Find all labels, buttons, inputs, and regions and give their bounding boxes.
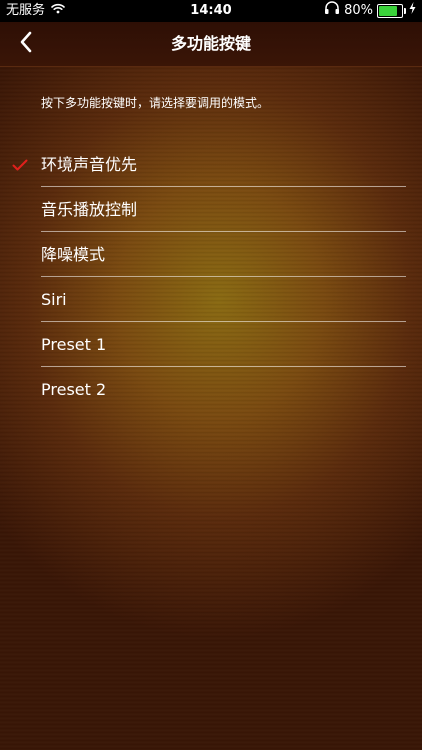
option-label: Siri [41, 290, 67, 309]
option-ambient-sound[interactable]: 环境声音优先 [0, 142, 422, 187]
instruction-text: 按下多功能按键时，请选择要调用的模式。 [41, 96, 270, 110]
option-label: 音乐播放控制 [41, 200, 138, 219]
headphones-icon [324, 0, 340, 22]
status-right: 80% [324, 0, 416, 22]
screen: 无服务 14:40 80% 多功能按键 按下多功能按键时，请选择要调用的模式。 … [0, 0, 422, 750]
mode-options-list: 环境声音优先 音乐播放控制 降噪模式 Siri Preset 1 Preset … [0, 142, 422, 412]
nav-bar: 多功能按键 [0, 22, 422, 67]
battery-fill [379, 6, 397, 16]
option-music-control[interactable]: 音乐播放控制 [0, 187, 422, 232]
page-title: 多功能按键 [170, 34, 251, 53]
status-bar: 无服务 14:40 80% [0, 0, 422, 22]
lightning-icon [409, 0, 416, 22]
option-label: 环境声音优先 [41, 155, 138, 174]
option-noise-cancelling[interactable]: 降噪模式 [0, 232, 422, 277]
option-preset-1[interactable]: Preset 1 [0, 322, 422, 367]
battery-percent: 80% [344, 3, 373, 18]
option-label: 降噪模式 [41, 245, 106, 264]
option-preset-2[interactable]: Preset 2 [0, 367, 422, 412]
option-label: Preset 1 [41, 335, 107, 354]
checkmark-icon [12, 142, 28, 187]
battery-icon [377, 4, 406, 18]
option-siri[interactable]: Siri [0, 277, 422, 322]
option-label: Preset 2 [41, 380, 107, 399]
